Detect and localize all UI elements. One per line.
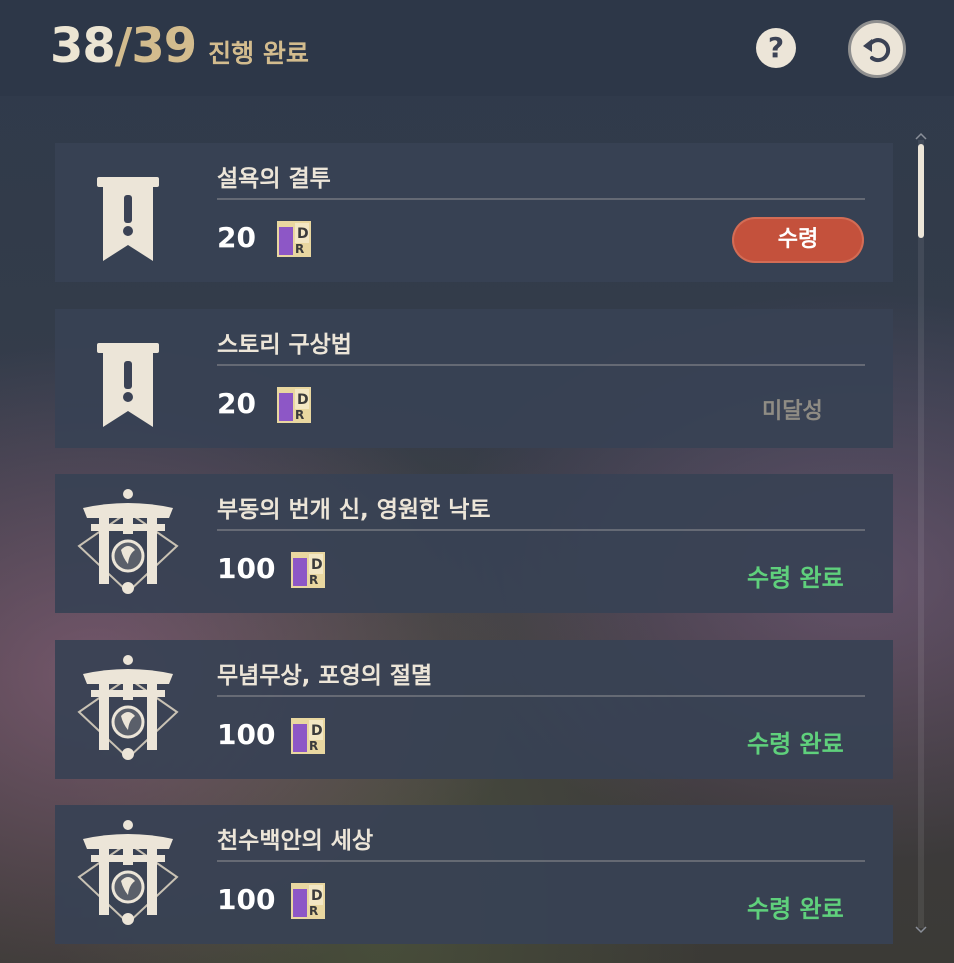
svg-text:R: R: [295, 242, 304, 256]
svg-text:R: R: [309, 573, 318, 587]
svg-text:D: D: [311, 723, 323, 739]
svg-text:D: D: [297, 226, 309, 242]
status-claimed: 수령 완료: [747, 564, 844, 592]
status-claimed: 수령 완료: [747, 730, 844, 758]
progress-counter: 38 / 39 진행 완료: [50, 18, 309, 78]
reward-amount: 20: [217, 387, 256, 420]
status-claimed: 수령 완료: [747, 895, 844, 923]
quest-banner-icon: [97, 177, 159, 261]
svg-text:R: R: [309, 904, 318, 918]
svg-text:D: D: [311, 557, 323, 573]
primogem-icon: D R: [277, 387, 311, 423]
achievement-title: 스토리 구상법: [217, 332, 352, 358]
achievement-title: 무념무상, 포영의 절멸: [217, 663, 433, 689]
svg-text:D: D: [311, 888, 323, 904]
quest-banner-icon: [97, 343, 159, 427]
svg-text:R: R: [295, 408, 304, 422]
question-icon: ?: [767, 31, 785, 64]
primogem-icon: D R: [291, 718, 325, 754]
divider: [217, 529, 865, 531]
achievement-title: 천수백안의 세상: [217, 828, 374, 854]
progress-current: 38: [50, 18, 116, 74]
divider: [217, 198, 865, 200]
primogem-icon: D R: [291, 883, 325, 919]
progress-total: 39: [131, 18, 197, 74]
divider: [217, 364, 865, 366]
reward-amount: 20: [217, 221, 256, 254]
reward-amount: 100: [217, 552, 276, 585]
divider: [217, 860, 865, 862]
inazuma-torii-icon: [77, 489, 179, 594]
scrollbar-thumb[interactable]: [918, 144, 924, 238]
divider: [217, 695, 865, 697]
scrollbar-track[interactable]: [918, 140, 924, 928]
reward-amount: 100: [217, 718, 276, 751]
scroll-up-icon[interactable]: [915, 132, 927, 140]
status-not-achieved: 미달성: [762, 399, 823, 424]
back-button[interactable]: [848, 20, 906, 78]
primogem-icon: D R: [291, 552, 325, 588]
back-arrow-icon: [863, 38, 891, 63]
achievement-card: 천수백안의 세상 100 D R 수령 완료: [55, 805, 893, 944]
progress-label: 진행 완료: [208, 39, 309, 68]
help-button[interactable]: ?: [756, 28, 796, 68]
header-bar: 38 / 39 진행 완료 ?: [0, 0, 954, 96]
scroll-down-icon[interactable]: [915, 926, 927, 934]
achievement-card: 설욕의 결투 20 D R 수령: [55, 143, 893, 282]
inazuma-torii-icon: [77, 655, 179, 760]
svg-text:R: R: [309, 739, 318, 753]
achievement-card: 무념무상, 포영의 절멸 100 D R 수령 완료: [55, 640, 893, 779]
primogem-icon: D R: [277, 221, 311, 257]
achievement-card: 스토리 구상법 20 D R 미달성: [55, 309, 893, 448]
progress-separator: /: [114, 18, 133, 74]
reward-amount: 100: [217, 883, 276, 916]
svg-text:D: D: [297, 392, 309, 408]
claim-button[interactable]: 수령: [732, 217, 864, 263]
achievement-title: 설욕의 결투: [217, 166, 331, 192]
inazuma-torii-icon: [77, 820, 179, 925]
achievement-card: 부동의 번개 신, 영원한 낙토 100 D R 수령 완료: [55, 474, 893, 613]
achievement-title: 부동의 번개 신, 영원한 낙토: [217, 497, 491, 523]
